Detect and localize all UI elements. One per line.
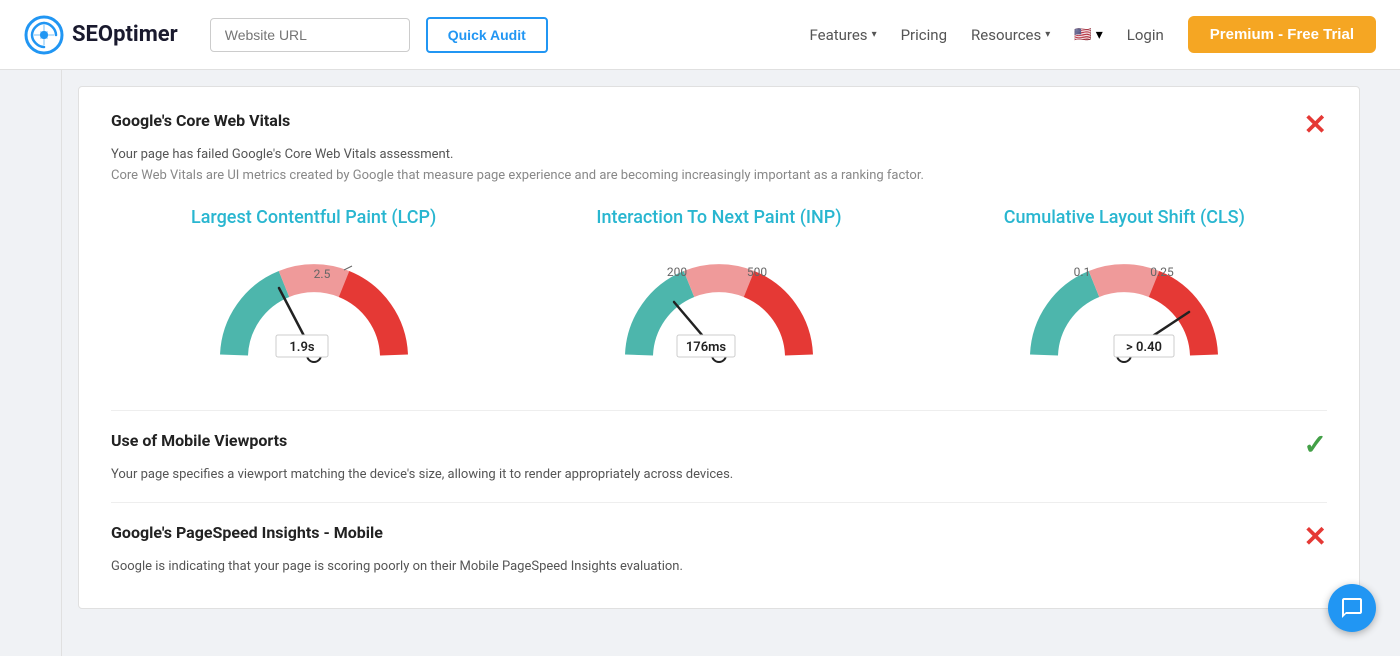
logo-icon: [24, 15, 64, 55]
svg-text:200: 200: [667, 265, 687, 279]
lcp-title: Largest Contentful Paint (LCP): [191, 207, 436, 228]
inp-svg-wrap: 176ms 200 500: [609, 240, 829, 380]
pagespeed-mobile-section: Google's PageSpeed Insights - Mobile ✕ G…: [111, 523, 1327, 574]
svg-text:176ms: 176ms: [686, 340, 727, 355]
inp-gauge: Interaction To Next Paint (INP) 176ms 2: [516, 207, 921, 380]
nav-pricing[interactable]: Pricing: [901, 26, 947, 44]
cls-title: Cumulative Layout Shift (CLS): [1004, 207, 1245, 228]
flag-icon: 🇺🇸: [1074, 27, 1091, 43]
chat-bubble[interactable]: [1328, 584, 1376, 632]
mobile-viewports-section: Use of Mobile Viewports ✓ Your page spec…: [111, 431, 1327, 482]
premium-button[interactable]: Premium - Free Trial: [1188, 16, 1376, 53]
right-sidebar: [1376, 70, 1400, 656]
logo-area: SEOptimer: [24, 15, 178, 55]
inp-title: Interaction To Next Paint (INP): [596, 207, 841, 228]
core-web-vitals-card: Google's Core Web Vitals ✕ Your page has…: [78, 86, 1360, 609]
mv-header: Use of Mobile Viewports ✓: [111, 431, 1327, 459]
inp-svg: 176ms 200 500: [609, 240, 829, 380]
quick-audit-button[interactable]: Quick Audit: [426, 17, 548, 53]
chat-icon: [1340, 596, 1364, 620]
lcp-svg-wrap: 1.9s 2.5: [204, 240, 424, 380]
mv-title: Use of Mobile Viewports: [111, 431, 287, 450]
cls-svg-wrap: > 0.40 0.1 0.25: [1014, 240, 1234, 380]
nav-features[interactable]: Features ▾: [809, 26, 876, 44]
cwv-status-icon: ✕: [1304, 111, 1327, 139]
login-link[interactable]: Login: [1127, 26, 1164, 44]
mv-status-icon: ✓: [1304, 431, 1327, 459]
divider-1: [111, 410, 1327, 411]
cls-svg: > 0.40 0.1 0.25: [1014, 240, 1234, 380]
svg-text:> 0.40: > 0.40: [1126, 340, 1162, 355]
cls-gauge: Cumulative Layout Shift (CLS) > 0.40 0.: [922, 207, 1327, 380]
svg-text:0.1: 0.1: [1074, 265, 1091, 279]
cwv-desc1: Your page has failed Google's Core Web V…: [111, 147, 1327, 162]
ps-title: Google's PageSpeed Insights - Mobile: [111, 523, 383, 542]
lcp-gauge: Largest Contentful Paint (LCP): [111, 207, 516, 380]
svg-text:500: 500: [747, 265, 767, 279]
nav-links: Features ▾ Pricing Resources ▾ 🇺🇸 ▾ Logi…: [809, 16, 1376, 53]
svg-text:1.9s: 1.9s: [289, 340, 315, 355]
mv-desc: Your page specifies a viewport matching …: [111, 467, 1327, 482]
cwv-title: Google's Core Web Vitals: [111, 111, 290, 130]
cwv-header: Google's Core Web Vitals ✕: [111, 111, 1327, 139]
chevron-down-icon-resources: ▾: [1045, 29, 1050, 40]
language-selector[interactable]: 🇺🇸 ▾: [1074, 27, 1102, 43]
svg-text:2.5: 2.5: [313, 267, 330, 281]
gauges-row: Largest Contentful Paint (LCP): [111, 207, 1327, 380]
navbar: SEOptimer Quick Audit Features ▾ Pricing…: [0, 0, 1400, 70]
chevron-down-icon: ▾: [872, 29, 877, 40]
url-input[interactable]: [210, 18, 410, 52]
ps-status-icon: ✕: [1304, 523, 1327, 551]
ps-desc: Google is indicating that your page is s…: [111, 559, 1327, 574]
ps-header: Google's PageSpeed Insights - Mobile ✕: [111, 523, 1327, 551]
chevron-down-icon-lang: ▾: [1096, 27, 1103, 43]
lcp-svg: 1.9s 2.5: [204, 240, 424, 380]
svg-text:0.25: 0.25: [1151, 265, 1175, 279]
divider-2: [111, 502, 1327, 503]
logo-text: SEOptimer: [72, 22, 178, 47]
left-sidebar: [0, 70, 62, 656]
nav-resources[interactable]: Resources ▾: [971, 26, 1050, 44]
cwv-desc2: Core Web Vitals are UI metrics created b…: [111, 168, 1327, 183]
